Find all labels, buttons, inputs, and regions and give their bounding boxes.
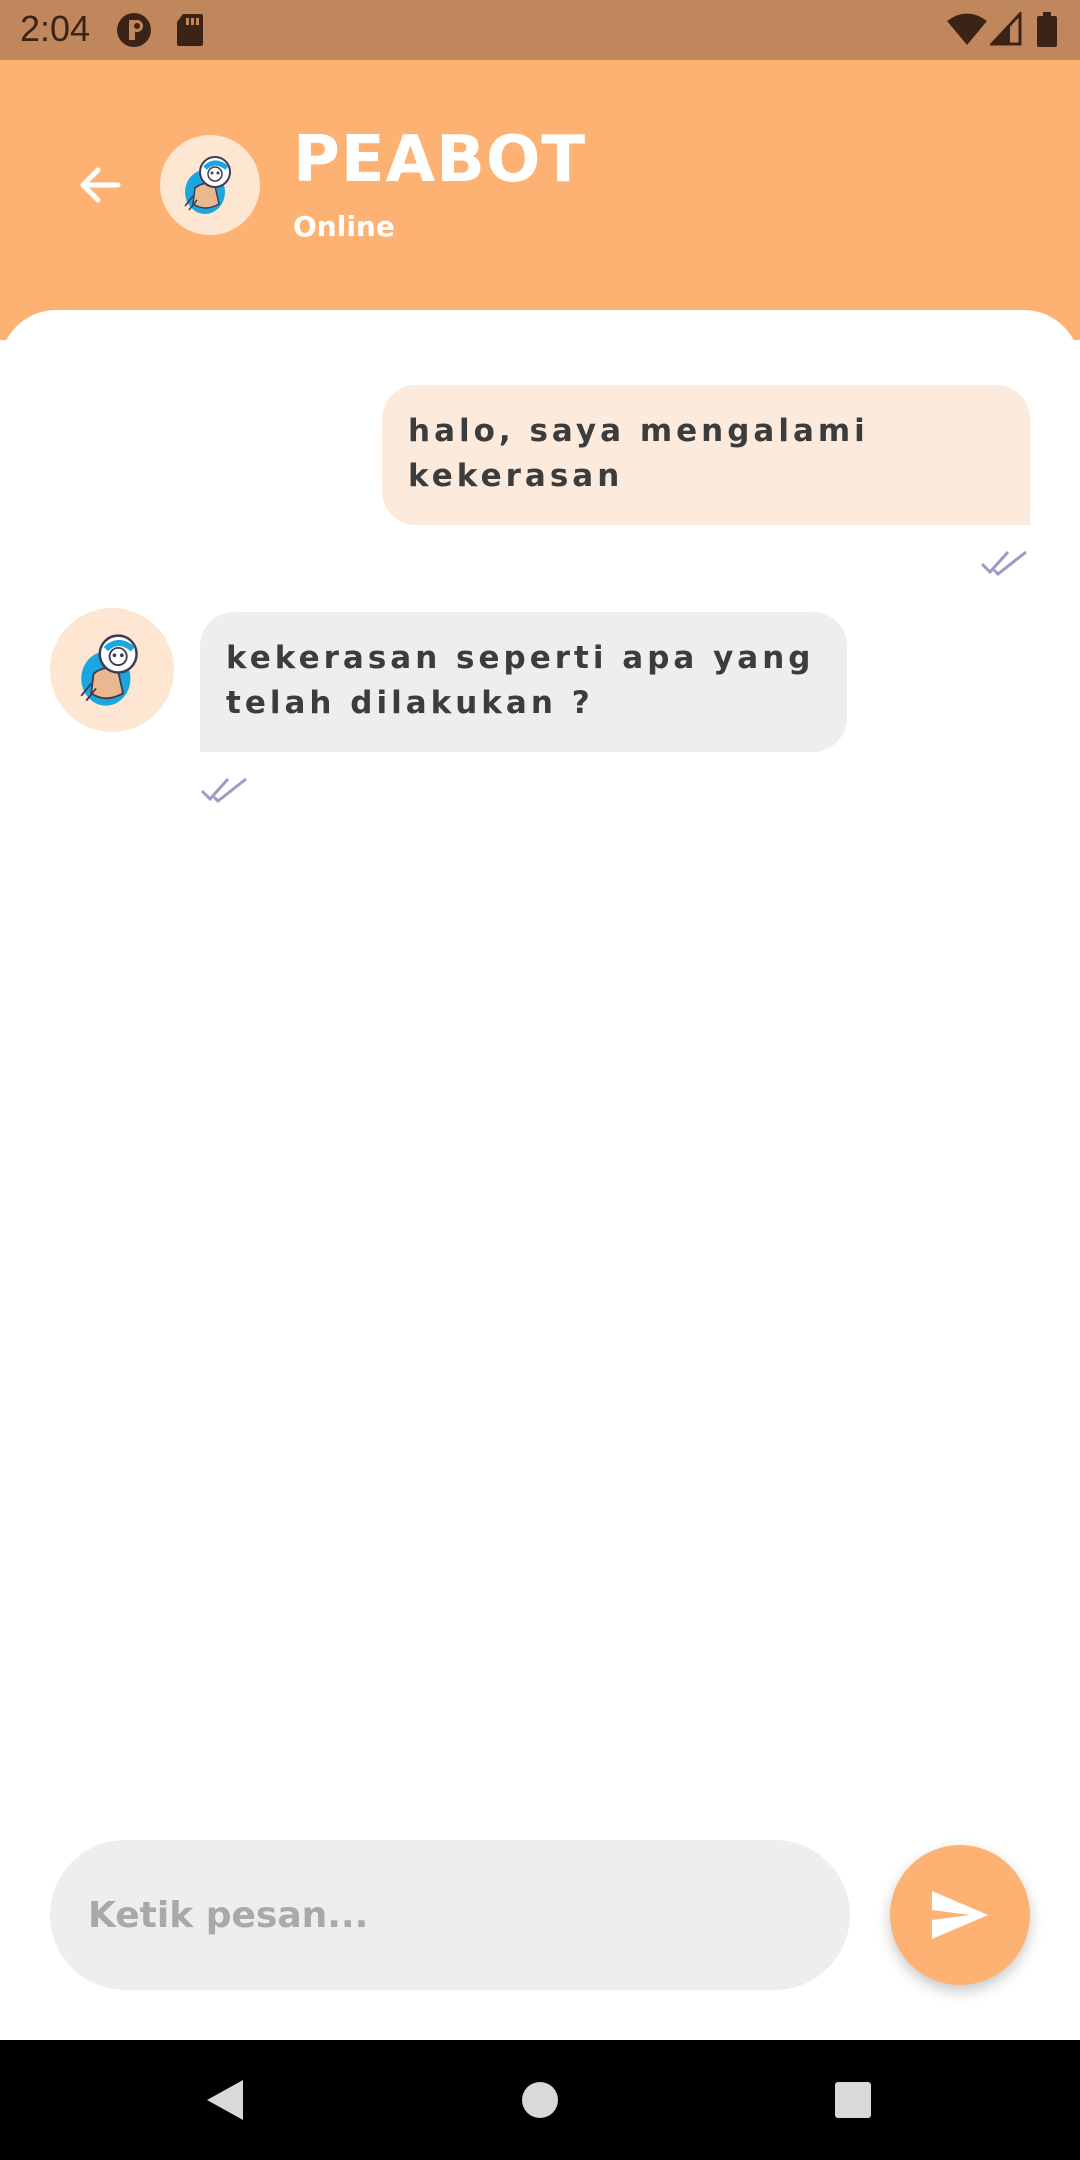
chat-panel: [0, 310, 1080, 2040]
astronaut-bot-icon: [80, 634, 138, 706]
app-badge-icon: [117, 13, 151, 47]
chat-header: PEABOT Online: [0, 60, 1080, 340]
double-check-icon: [200, 777, 247, 804]
bot-message-avatar: [50, 608, 174, 732]
message-input[interactable]: [50, 1840, 850, 1990]
back-triangle-icon: [207, 2080, 243, 2120]
home-circle-icon: [522, 2082, 558, 2118]
double-check-icon: [980, 550, 1027, 577]
wifi-icon: [947, 13, 987, 45]
bot-avatar[interactable]: [160, 135, 260, 235]
sd-card-icon: [177, 14, 203, 46]
nav-recents-button[interactable]: [818, 2040, 888, 2160]
recents-square-icon: [835, 2082, 871, 2118]
system-nav-bar: [0, 2040, 1080, 2160]
message-input-container: [50, 1840, 850, 1990]
message-bubble-bot: kekerasan seperti apa yang telah dilakuk…: [200, 612, 847, 752]
send-icon: [932, 1891, 988, 1939]
nav-back-button[interactable]: [190, 2040, 260, 2160]
cell-signal-icon: [990, 12, 1022, 46]
status-bar: 2:04: [0, 0, 1080, 60]
message-bubble-user: halo, saya mengalami kekerasan: [382, 385, 1030, 525]
battery-icon: [1037, 12, 1057, 47]
arrow-left-icon: [80, 167, 121, 203]
astronaut-bot-icon: [184, 156, 231, 214]
back-button[interactable]: [70, 155, 130, 215]
chat-title: PEABOT: [293, 123, 586, 197]
nav-home-button[interactable]: [505, 2040, 575, 2160]
online-status: Online: [293, 210, 395, 243]
status-time: 2:04: [20, 8, 91, 49]
send-button[interactable]: [890, 1845, 1030, 1985]
